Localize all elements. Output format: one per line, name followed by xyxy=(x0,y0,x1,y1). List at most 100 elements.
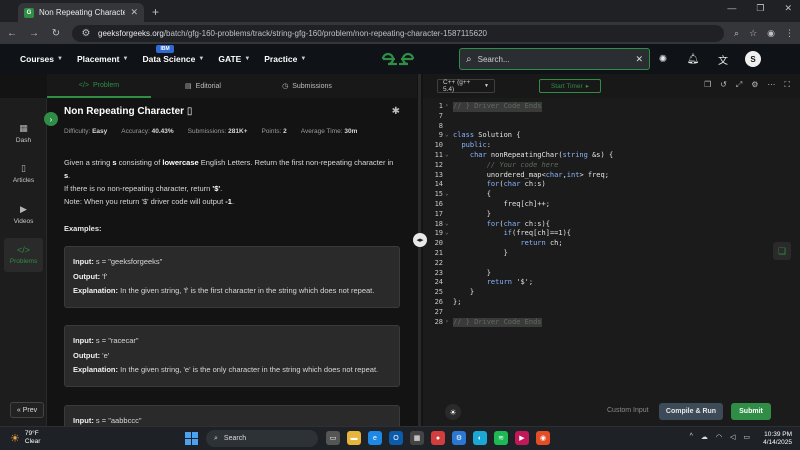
fold-icon[interactable] xyxy=(445,249,453,259)
custom-input-button[interactable]: Custom Input xyxy=(607,407,649,414)
task-view-icon[interactable]: ▭ xyxy=(326,431,340,445)
spotify-icon[interactable]: ≋ xyxy=(494,431,508,445)
cloud-icon[interactable]: ☁ xyxy=(701,433,708,441)
fold-icon[interactable] xyxy=(445,161,453,171)
fold-icon[interactable] xyxy=(445,259,453,269)
bookmark-icon[interactable]: ▯ xyxy=(187,106,193,117)
fold-icon[interactable]: ⌄ xyxy=(445,131,453,141)
code-line[interactable]: 18 ⌄ for(char ch:s){ xyxy=(423,220,800,230)
menu-courses[interactable]: Courses ▼ xyxy=(20,54,63,64)
windows-start-icon[interactable] xyxy=(185,432,198,445)
profile-icon[interactable]: ◉ xyxy=(767,28,775,39)
fold-icon[interactable] xyxy=(445,171,453,181)
fold-icon[interactable] xyxy=(445,269,453,279)
fold-icon[interactable] xyxy=(445,298,453,308)
notification-bell-icon[interactable]: 🔔︎ xyxy=(685,54,701,65)
fold-icon[interactable] xyxy=(445,239,453,249)
fold-icon[interactable]: › xyxy=(445,102,453,112)
address-bar[interactable]: ⚙ geeksforgeeks.org/batch/gfg-160-proble… xyxy=(72,24,725,42)
fold-icon[interactable]: ⌄ xyxy=(445,190,453,200)
code-line[interactable]: 25 } xyxy=(423,288,800,298)
volume-icon[interactable]: ◁ xyxy=(730,433,735,441)
browser-app-icon[interactable]: ◐ xyxy=(473,431,487,445)
code-line[interactable]: 7 xyxy=(423,112,800,122)
clear-search-icon[interactable]: ✕ xyxy=(635,54,643,65)
fullscreen-icon[interactable]: ⤢ xyxy=(736,80,742,90)
code-line[interactable]: 23 } xyxy=(423,269,800,279)
sidebar-item-videos[interactable]: ▶ Videos xyxy=(4,197,43,231)
menu-placement[interactable]: Placement ▼ xyxy=(77,54,128,64)
code-line[interactable]: 8 xyxy=(423,122,800,132)
close-tab-icon[interactable]: ✕ xyxy=(130,7,138,18)
code-line[interactable]: 13 unordered_map<char,int> freq; xyxy=(423,171,800,181)
language-select[interactable]: C++ (g++ 5.4) ▼ xyxy=(437,79,495,93)
browser-tab[interactable]: G Non Repeating Character | Pra ✕ xyxy=(18,3,144,22)
sidebar-item-dash[interactable]: ▦ Dash xyxy=(4,116,43,150)
code-line[interactable]: 14 for(char ch:s) xyxy=(423,180,800,190)
fold-icon[interactable] xyxy=(445,210,453,220)
wifi-icon[interactable]: ◠ xyxy=(716,433,722,441)
weather-widget[interactable]: ☀ 79°F Clear xyxy=(10,430,40,446)
tab-problem[interactable]: </> Problem xyxy=(47,74,151,98)
report-bug-icon[interactable]: ✱ xyxy=(392,106,400,117)
fold-icon[interactable] xyxy=(445,200,453,210)
browser-menu-icon[interactable]: ⋮ xyxy=(785,28,794,39)
show-hidden-icons-icon[interactable]: ^ xyxy=(690,433,693,441)
start-timer-button[interactable]: Start Timer ▸ xyxy=(539,79,601,93)
code-line[interactable]: 10 public: xyxy=(423,141,800,151)
compile-run-button[interactable]: Compile & Run xyxy=(659,403,723,420)
code-line[interactable]: 1 ›// } Driver Code Ends xyxy=(423,102,800,112)
code-line[interactable]: 9 ⌄ class Solution { xyxy=(423,131,800,141)
settings-gear-icon[interactable]: ⚙ xyxy=(751,80,758,90)
taskbar-search[interactable]: ⌕ Search xyxy=(206,430,318,447)
fold-icon[interactable] xyxy=(445,308,453,318)
code-line[interactable]: 20 return ch; xyxy=(423,239,800,249)
menu-gate[interactable]: GATE ▼ xyxy=(218,54,250,64)
fold-icon[interactable] xyxy=(445,122,453,132)
collapse-sidebar-button[interactable]: › xyxy=(44,112,58,126)
code-line[interactable]: 11 ⌄ char nonRepeatingChar(string &s) { xyxy=(423,151,800,161)
taskbar-clock[interactable]: 10:39 PM 4/14/2025 xyxy=(763,431,792,447)
battery-icon[interactable]: ▭ xyxy=(743,433,750,441)
site-info-icon[interactable]: ⚙ xyxy=(80,28,92,39)
forward-icon[interactable]: → xyxy=(28,28,40,39)
chrome-icon[interactable]: ◉ xyxy=(536,431,550,445)
sidebar-item-problems[interactable]: </> Problems xyxy=(4,238,43,272)
avatar[interactable]: S xyxy=(745,51,761,67)
copy-icon[interactable]: ❐ xyxy=(704,80,711,90)
chat-icon[interactable]: ❏ xyxy=(773,242,791,260)
code-line[interactable]: 26}; xyxy=(423,298,800,308)
media-icon[interactable]: ▶ xyxy=(515,431,529,445)
menu-data-science[interactable]: IBM Data Science ▼ xyxy=(142,45,204,64)
code-line[interactable]: 12 // Your code here xyxy=(423,161,800,171)
panel-divider[interactable] xyxy=(418,74,421,426)
close-window-icon[interactable]: ✕ xyxy=(784,3,792,14)
store-icon[interactable]: ▦ xyxy=(410,431,424,445)
tab-editorial[interactable]: ▤ Editorial xyxy=(151,74,255,98)
outlook-icon[interactable]: O xyxy=(389,431,403,445)
settings-app-icon[interactable]: ⚙ xyxy=(452,431,466,445)
code-line[interactable]: 19 ⌄ if(freq[ch]==1){ xyxy=(423,229,800,239)
code-line[interactable]: 17 } xyxy=(423,210,800,220)
maximize-icon[interactable]: ❐ xyxy=(756,3,764,14)
zoom-icon[interactable]: ⌕ xyxy=(734,28,739,39)
fold-icon[interactable]: ⌄ xyxy=(445,229,453,239)
sun-icon[interactable]: ☀ xyxy=(445,404,461,420)
fold-icon[interactable] xyxy=(445,112,453,122)
fold-icon[interactable] xyxy=(445,180,453,190)
code-line[interactable]: 28 ›// } Driver Code Ends xyxy=(423,317,800,328)
resize-handle-icon[interactable]: ◂▸ xyxy=(413,233,427,247)
code-line[interactable]: 21 } xyxy=(423,249,800,259)
code-line[interactable]: 27 xyxy=(423,308,800,318)
code-line[interactable]: 16 freq[ch]++; xyxy=(423,200,800,210)
file-explorer-icon[interactable]: ▬ xyxy=(347,431,361,445)
code-line[interactable]: 22 xyxy=(423,259,800,269)
theme-toggle-icon[interactable]: ✺ xyxy=(655,54,671,65)
submit-button[interactable]: Submit xyxy=(731,403,771,420)
expand-icon[interactable]: ⛶ xyxy=(784,80,790,90)
app-icon[interactable]: ● xyxy=(431,431,445,445)
edge-icon[interactable]: e xyxy=(368,431,382,445)
menu-practice[interactable]: Practice ▼ xyxy=(264,54,306,64)
reload-icon[interactable]: ↻ xyxy=(50,28,62,39)
tab-submissions[interactable]: ◷ Submissions xyxy=(255,74,359,98)
